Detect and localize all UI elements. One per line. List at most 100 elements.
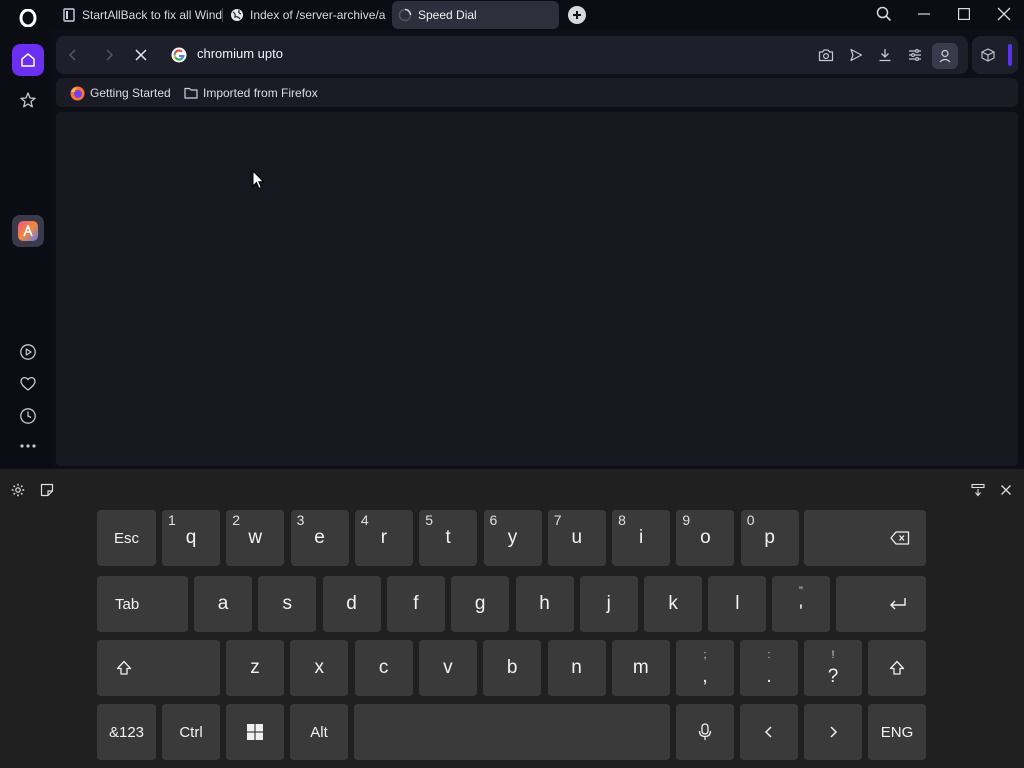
chevron-left-icon bbox=[764, 726, 772, 738]
key-a[interactable]: a bbox=[194, 576, 252, 632]
dock-keyboard-button[interactable] bbox=[970, 482, 986, 498]
key-q[interactable]: q1 bbox=[162, 510, 220, 566]
key-label: r bbox=[380, 527, 388, 548]
key-label: . bbox=[766, 666, 772, 687]
sidebar-more-button[interactable] bbox=[12, 430, 44, 462]
key-label: i bbox=[638, 527, 644, 548]
maximize-button[interactable] bbox=[944, 0, 984, 28]
keyboard-settings-button[interactable] bbox=[10, 482, 26, 498]
history-icon bbox=[20, 408, 36, 424]
tab-server-archive[interactable]: Index of /server-archive/a bbox=[224, 1, 386, 29]
key-c[interactable]: c bbox=[354, 640, 413, 696]
key-question[interactable]: !? bbox=[804, 640, 862, 696]
key-label: &123 bbox=[108, 723, 145, 741]
key-z[interactable]: z bbox=[226, 640, 284, 696]
key-symbols[interactable]: &123 bbox=[97, 704, 156, 760]
key-l[interactable]: l bbox=[708, 576, 767, 632]
key-period[interactable]: :. bbox=[740, 640, 798, 696]
key-comma[interactable]: ;, bbox=[676, 640, 734, 696]
key-k[interactable]: k bbox=[644, 576, 703, 632]
key-f[interactable]: f bbox=[386, 576, 445, 632]
sidebar-item-pinboards[interactable] bbox=[12, 368, 44, 400]
bookmark-folder-imported[interactable]: Imported from Firefox bbox=[184, 84, 318, 102]
key-p[interactable]: p0 bbox=[740, 510, 799, 566]
key-e[interactable]: e3 bbox=[290, 510, 349, 566]
key-s[interactable]: s bbox=[258, 576, 317, 632]
back-arrow-icon bbox=[68, 49, 76, 61]
key-alt-label: 8 bbox=[618, 512, 626, 528]
search-tabs-button[interactable] bbox=[864, 0, 904, 28]
key-ctrl[interactable]: Ctrl bbox=[162, 704, 220, 760]
key-label: y bbox=[507, 527, 518, 548]
book-icon bbox=[62, 8, 76, 22]
key-i[interactable]: i8 bbox=[612, 510, 671, 566]
address-input[interactable]: chromium upto bbox=[197, 46, 283, 61]
bookmark-getting-started[interactable]: Getting Started bbox=[70, 84, 171, 102]
key-space[interactable] bbox=[354, 704, 670, 760]
extensions-button[interactable] bbox=[976, 43, 1000, 67]
flow-send-button[interactable] bbox=[844, 43, 868, 67]
key-g[interactable]: g bbox=[451, 576, 510, 632]
sidebar-item-aria[interactable] bbox=[12, 215, 44, 247]
stop-loading-button[interactable] bbox=[129, 43, 153, 67]
key-alt[interactable]: Alt bbox=[290, 704, 348, 760]
key-m[interactable]: m bbox=[611, 640, 670, 696]
key-alt-label: 3 bbox=[296, 512, 305, 528]
key-u[interactable]: u7 bbox=[547, 510, 606, 566]
bookmark-label: Getting Started bbox=[90, 86, 171, 100]
key-y[interactable]: y6 bbox=[483, 510, 542, 566]
key-shift-right[interactable] bbox=[868, 640, 926, 696]
key-backspace[interactable] bbox=[804, 510, 926, 566]
key-alt-label: 1 bbox=[168, 512, 176, 528]
sticker-icon bbox=[40, 483, 54, 497]
key-label: f bbox=[413, 593, 419, 614]
sidebar-item-home[interactable] bbox=[12, 44, 44, 76]
key-label: g bbox=[474, 593, 486, 614]
key-label: w bbox=[248, 527, 263, 548]
key-esc[interactable]: Esc bbox=[97, 510, 156, 566]
key-d[interactable]: d bbox=[322, 576, 381, 632]
key-arrow-right[interactable] bbox=[804, 704, 862, 760]
firefox-icon bbox=[70, 86, 85, 101]
key-t[interactable]: t5 bbox=[419, 510, 478, 566]
google-icon bbox=[167, 43, 191, 67]
key-enter[interactable] bbox=[836, 576, 926, 632]
key-label: Ctrl bbox=[179, 723, 203, 741]
downloads-button[interactable] bbox=[873, 43, 897, 67]
key-o[interactable]: o9 bbox=[676, 510, 735, 566]
dock-icon bbox=[971, 483, 985, 497]
easy-setup-button[interactable] bbox=[903, 43, 927, 67]
key-arrow-left[interactable] bbox=[740, 704, 798, 760]
key-alt-label: 7 bbox=[553, 512, 562, 528]
key-tab[interactable]: Tab bbox=[97, 576, 188, 632]
snapshot-button[interactable] bbox=[814, 43, 838, 67]
opera-logo[interactable] bbox=[18, 8, 38, 28]
key-label: ENG bbox=[880, 723, 914, 741]
close-window-button[interactable] bbox=[984, 0, 1024, 28]
key-j[interactable]: j bbox=[579, 576, 638, 632]
key-v[interactable]: v bbox=[418, 640, 477, 696]
sidebar-item-player[interactable] bbox=[12, 336, 44, 368]
close-keyboard-button[interactable] bbox=[998, 482, 1014, 498]
sidebar-item-bookmarks[interactable] bbox=[12, 84, 44, 116]
key-r[interactable]: r4 bbox=[354, 510, 413, 566]
new-tab-button[interactable] bbox=[568, 6, 586, 24]
key-h[interactable]: h bbox=[515, 576, 574, 632]
key-b[interactable]: b bbox=[483, 640, 542, 696]
key-language[interactable]: ENG bbox=[868, 704, 926, 760]
tab-startallback[interactable]: StartAllBack to fix all Wind bbox=[56, 1, 222, 29]
tab-speed-dial[interactable]: Speed Dial bbox=[392, 1, 559, 29]
sidebar-item-history[interactable] bbox=[12, 400, 44, 432]
profile-button[interactable] bbox=[932, 43, 958, 69]
key-shift-left[interactable] bbox=[97, 640, 220, 696]
forward-button[interactable] bbox=[97, 43, 121, 67]
back-button[interactable] bbox=[61, 43, 85, 67]
key-n[interactable]: n bbox=[547, 640, 606, 696]
key-w[interactable]: w2 bbox=[226, 510, 285, 566]
key-microphone[interactable] bbox=[676, 704, 734, 760]
key-x[interactable]: x bbox=[290, 640, 349, 696]
key-windows[interactable] bbox=[226, 704, 284, 760]
emoji-button[interactable] bbox=[39, 482, 55, 498]
minimize-button[interactable] bbox=[904, 0, 944, 28]
key-apostrophe[interactable]: " ' bbox=[772, 576, 830, 632]
